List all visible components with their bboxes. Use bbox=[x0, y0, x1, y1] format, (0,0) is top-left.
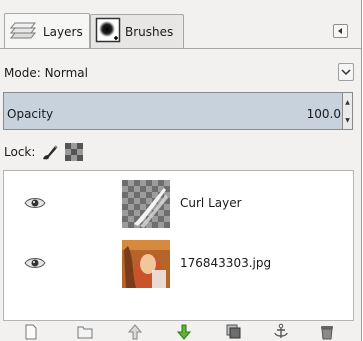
new-layer-group-icon[interactable] bbox=[76, 323, 94, 340]
tab-brushes-label: Brushes bbox=[125, 24, 174, 39]
layer-row[interactable]: Curl Layer bbox=[4, 174, 353, 234]
layers-dock: Layers Brushes Mode: Normal Opacity 100.… bbox=[0, 0, 362, 341]
layers-icon bbox=[9, 17, 39, 46]
spin-down-icon[interactable]: ▼ bbox=[343, 111, 352, 129]
layer-name[interactable]: Curl Layer bbox=[180, 196, 242, 210]
raise-layer-icon[interactable] bbox=[126, 323, 144, 340]
tab-menu-icon bbox=[334, 25, 347, 37]
tab-layers[interactable]: Layers bbox=[4, 13, 90, 49]
opacity-spinner[interactable]: ▲ ▼ bbox=[342, 93, 352, 129]
layers-toolbar bbox=[0, 322, 361, 341]
layer-row[interactable]: 176843303.jpg bbox=[4, 234, 353, 294]
anchor-layer-icon[interactable] bbox=[272, 323, 290, 340]
duplicate-layer-icon[interactable] bbox=[224, 323, 242, 340]
tab-layers-label: Layers bbox=[43, 24, 83, 39]
tab-brushes[interactable]: Brushes bbox=[90, 14, 184, 48]
layers-list[interactable]: Curl Layer 176843303.jpg bbox=[3, 170, 354, 321]
lock-pixels-icon[interactable] bbox=[40, 142, 60, 162]
dock-tabbar: Layers Brushes bbox=[0, 0, 361, 56]
mode-row: Mode: Normal bbox=[0, 62, 361, 84]
opacity-value[interactable]: 100.0 bbox=[307, 107, 341, 121]
lock-alpha-icon[interactable] bbox=[64, 142, 84, 162]
visibility-eye-icon[interactable] bbox=[24, 196, 46, 210]
layer-name[interactable]: 176843303.jpg bbox=[180, 256, 271, 270]
lock-row: Lock: bbox=[0, 141, 361, 163]
visibility-eye-icon[interactable] bbox=[24, 256, 46, 270]
tab-menu-button[interactable] bbox=[333, 24, 348, 38]
tab-divider bbox=[0, 48, 361, 49]
lock-label: Lock: bbox=[4, 145, 36, 159]
layer-thumbnail[interactable] bbox=[122, 240, 170, 288]
mode-dropdown-button[interactable] bbox=[338, 63, 354, 81]
new-layer-icon[interactable] bbox=[22, 323, 40, 340]
opacity-slider[interactable]: Opacity 100.0 ▲ ▼ bbox=[3, 92, 353, 130]
delete-layer-icon[interactable] bbox=[318, 323, 336, 340]
mode-text: Mode: Normal bbox=[4, 66, 88, 80]
mode-label: Mode: bbox=[4, 66, 41, 80]
opacity-label: Opacity bbox=[7, 107, 54, 121]
brush-icon bbox=[95, 17, 121, 46]
lower-layer-icon[interactable] bbox=[175, 323, 193, 340]
layer-thumbnail[interactable] bbox=[122, 180, 170, 228]
spin-up-icon[interactable]: ▲ bbox=[343, 93, 352, 111]
mode-value[interactable]: Normal bbox=[45, 66, 88, 80]
chevron-down-icon bbox=[339, 69, 353, 83]
